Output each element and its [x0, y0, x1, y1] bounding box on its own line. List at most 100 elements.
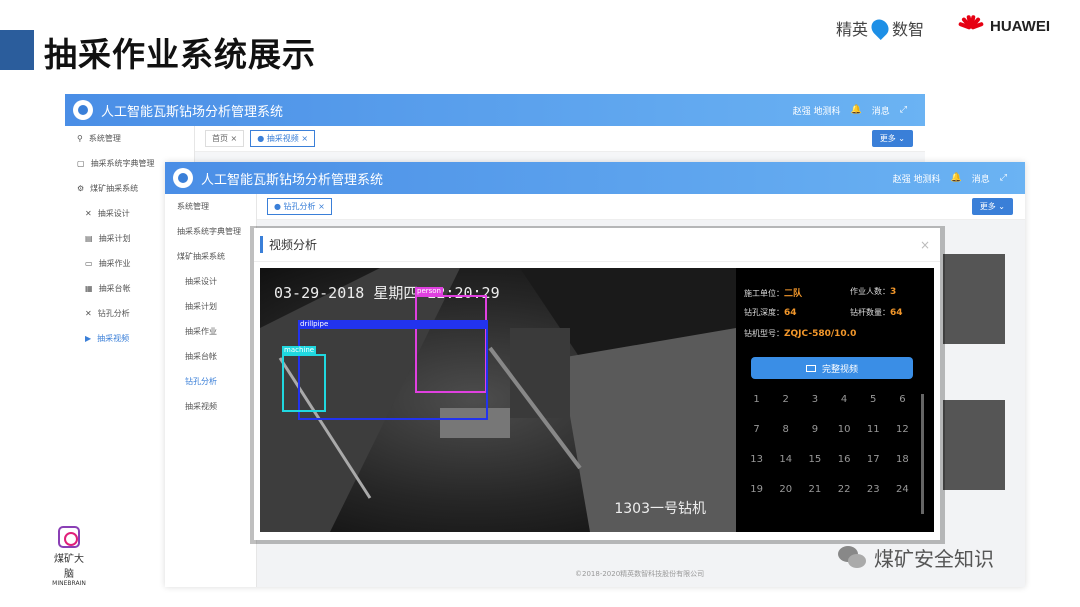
sidebar-item-ledger[interactable]: 抽采台帐 [165, 344, 256, 369]
sidebar-item-system[interactable]: ⚲ 系统管理 [65, 126, 194, 151]
user-label[interactable]: 赵强 地测科 [793, 104, 841, 117]
tab-home[interactable]: 首页 × [205, 130, 245, 147]
model-info: 钻机型号：ZQJC-580/10.0 [744, 329, 857, 339]
app-title: 人工智能瓦斯钻场分析管理系统 [201, 172, 384, 188]
depth-info: 钻孔深度：64 [744, 308, 797, 318]
rods-info: 钻杆数量：64 [850, 308, 903, 318]
ledger-icon: ▦ [85, 284, 93, 293]
huawei-logo: HUAWEI [958, 14, 1050, 37]
channel-number[interactable]: 4 [829, 394, 858, 405]
channel-number[interactable]: 2 [771, 394, 800, 405]
jingying-text: 精英 [836, 20, 869, 39]
app-logo-icon [73, 100, 93, 120]
workers-info: 作业人数：3 [850, 287, 897, 297]
close-icon[interactable]: × [920, 238, 930, 252]
minebrain-en: MINEBRAIN [52, 580, 86, 587]
message-label[interactable]: 消息 [972, 172, 990, 185]
wechat-icon [838, 545, 868, 570]
minebrain-icon [58, 526, 80, 548]
fullscreen-icon[interactable]: ⤢ [900, 105, 907, 115]
sidebar-item-plan[interactable]: 抽采计划 [165, 294, 256, 319]
jingying-logo: 精英 数智 [836, 15, 925, 41]
drill-icon: ✕ [85, 309, 92, 318]
video-icon [805, 364, 816, 372]
message-label[interactable]: 消息 [872, 104, 890, 117]
video-icon: ▶ [85, 334, 92, 343]
drop-icon [867, 15, 893, 41]
drillpipe-box: drillpipe [298, 320, 488, 420]
channel-number[interactable]: 8 [771, 424, 800, 435]
minebrain-logo: 煤矿大脑 MINEBRAIN [52, 526, 86, 587]
unit-info: 施工单位：二队 [744, 289, 803, 299]
machine-box: machine [282, 346, 326, 412]
app-topbar-front: 人工智能瓦斯钻场分析管理系统 赵强 地测科 🔔 消息 ⤢ [165, 162, 1025, 194]
list-icon: ▤ [85, 234, 93, 243]
sidebar-item-work[interactable]: 抽采作业 [165, 319, 256, 344]
sidebar-item-system[interactable]: 系统管理 [165, 194, 256, 219]
channel-number[interactable]: 7 [742, 424, 771, 435]
user-label[interactable]: 赵强 地测科 [893, 172, 941, 185]
channel-number[interactable]: 6 [888, 394, 917, 405]
watermark-text: 煤矿安全知识 [874, 547, 994, 571]
channel-number[interactable]: 15 [800, 454, 829, 465]
slide: { "slide": { "title": "抽采作业系统展示", "brand… [0, 0, 1080, 607]
channel-grid: 1 2 3 4 5 6 7 8 9 10 11 12 13 14 15 16 17 18 19 20 21 22 23 24 [742, 394, 917, 495]
channel-number[interactable]: 12 [888, 424, 917, 435]
sidebar-front: 系统管理 抽采系统字典管理 煤矿抽采系统 抽采设计 抽采计划 抽采作业 抽采台帐… [165, 194, 257, 587]
channel-number[interactable]: 11 [859, 424, 888, 435]
shuzhi-text: 数智 [892, 20, 925, 39]
channel-number[interactable]: 10 [829, 424, 858, 435]
sidebar-item-dict[interactable]: 抽采系统字典管理 [165, 219, 256, 244]
sidebar-item-mine[interactable]: 煤矿抽采系统 [165, 244, 256, 269]
sidebar-item-design[interactable]: 抽采设计 [165, 269, 256, 294]
video-thumbnail[interactable] [943, 400, 1005, 490]
footer-copyright: ©2018-2020精英数智科技股份有限公司 [575, 570, 705, 578]
video-player[interactable]: 03-29-2018 星期四 22:20:29 person drillpipe… [260, 268, 736, 532]
sidebar-item-hole[interactable]: 钻孔分析 [165, 369, 256, 394]
channel-number[interactable]: 22 [829, 484, 858, 495]
slide-title: 抽采作业系统展示 [44, 35, 316, 74]
tab-hole[interactable]: ● 钻孔分析 × [267, 198, 332, 215]
huawei-text: HUAWEI [990, 17, 1050, 35]
app-topbar: 人工智能瓦斯钻场分析管理系统 赵强 地测科 🔔 消息 ⤢ [65, 94, 925, 126]
channel-number[interactable]: 14 [771, 454, 800, 465]
camera-label: 1303一号钻机 [614, 501, 706, 517]
title-accent-bar [0, 30, 34, 70]
search-icon: ⚲ [77, 134, 83, 143]
channel-number[interactable]: 23 [859, 484, 888, 495]
minebrain-cn: 煤矿大脑 [54, 554, 84, 580]
gear-icon: ⚙ [77, 184, 85, 193]
full-video-button[interactable]: 完整视频 [751, 357, 913, 379]
tabs-row: 首页 × ● 抽采视频 × 更多 ⌄ [195, 126, 925, 152]
channel-number[interactable]: 3 [800, 394, 829, 405]
channel-number[interactable]: 5 [859, 394, 888, 405]
tab-video[interactable]: ● 抽采视频 × [250, 130, 316, 147]
wechat-watermark: 煤矿安全知识 [838, 543, 994, 572]
channel-number[interactable]: 13 [742, 454, 771, 465]
sidebar-item-video[interactable]: 抽采视频 [165, 394, 256, 419]
tabs-row-front: ● 钻孔分析 × 更多 ⌄ [257, 194, 1025, 220]
channel-number[interactable]: 21 [800, 484, 829, 495]
more-button[interactable]: 更多 ⌄ [971, 198, 1013, 215]
channel-number[interactable]: 24 [888, 484, 917, 495]
dialog-title: 视频分析 [260, 236, 317, 253]
bell-icon[interactable]: 🔔 [951, 173, 962, 183]
more-button[interactable]: 更多 ⌄ [871, 130, 913, 147]
scrollbar[interactable] [921, 394, 924, 514]
huawei-flower-icon [958, 14, 984, 37]
channel-number[interactable]: 20 [771, 484, 800, 495]
bell-icon[interactable]: 🔔 [851, 105, 862, 115]
app-title: 人工智能瓦斯钻场分析管理系统 [101, 104, 284, 120]
channel-number[interactable]: 19 [742, 484, 771, 495]
calendar-icon: ▭ [85, 259, 93, 268]
app-logo-icon [173, 168, 193, 188]
video-thumbnail[interactable] [943, 254, 1005, 344]
doc-icon: ▢ [77, 159, 85, 168]
fullscreen-icon[interactable]: ⤢ [1000, 173, 1007, 183]
channel-number[interactable]: 9 [800, 424, 829, 435]
channel-number[interactable]: 17 [859, 454, 888, 465]
dialog-header: 视频分析 × [254, 228, 940, 262]
channel-number[interactable]: 1 [742, 394, 771, 405]
channel-number[interactable]: 16 [829, 454, 858, 465]
channel-number[interactable]: 18 [888, 454, 917, 465]
